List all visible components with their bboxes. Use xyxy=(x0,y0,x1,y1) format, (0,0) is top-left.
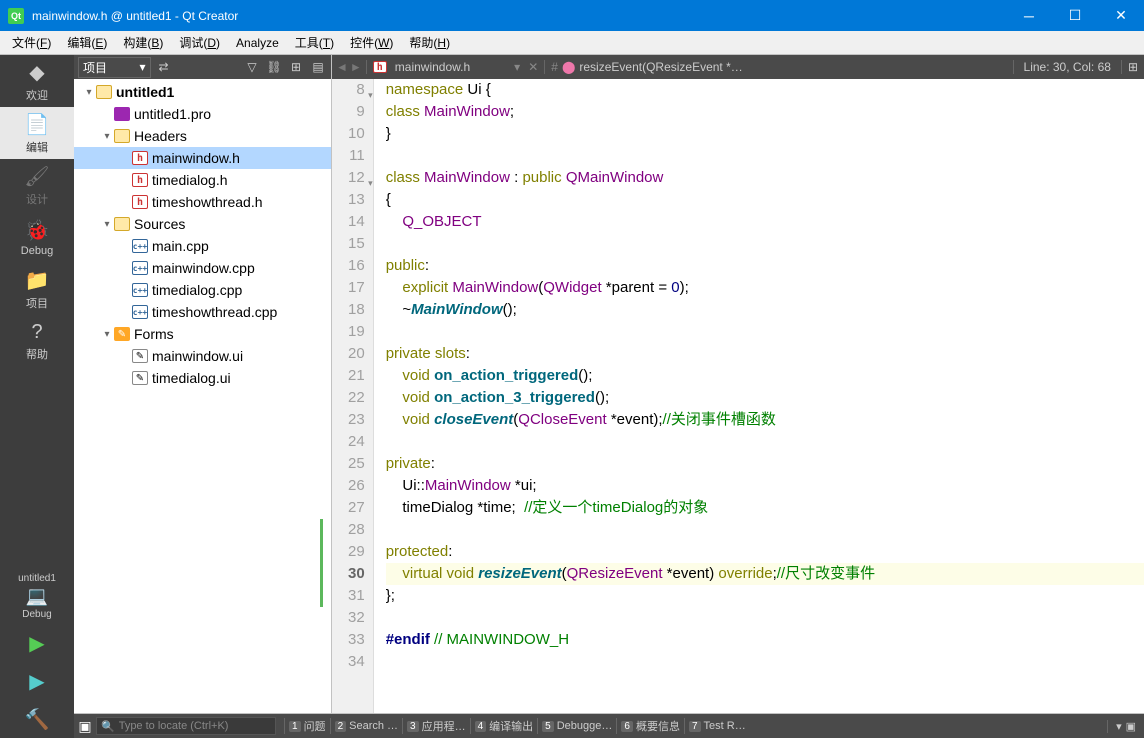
mode-projects[interactable]: 📁项目 xyxy=(0,263,74,315)
kit-selector[interactable]: untitled1 💻 Debug xyxy=(0,569,74,624)
pro-icon xyxy=(114,107,130,121)
minimize-button[interactable]: ─ xyxy=(1006,0,1052,31)
tree-item-mainwindow.h[interactable]: hmainwindow.h xyxy=(74,147,331,169)
mode-welcome[interactable]: ◆欢迎 xyxy=(0,55,74,107)
search-icon: 🔍 xyxy=(101,720,115,733)
nav-fwd-icon[interactable]: ► xyxy=(350,60,362,74)
h-icon: h xyxy=(132,195,148,209)
code-text[interactable]: namespace Ui {class MainWindow;} class M… xyxy=(374,79,1144,713)
code-editor[interactable]: 8▾9101112▾131415161718192021222324252627… xyxy=(332,79,1144,713)
ui-icon: ✎ xyxy=(132,371,148,385)
kit-name: untitled1 xyxy=(0,573,74,584)
current-filename: mainwindow.h xyxy=(395,60,470,74)
form-icon: ✎ xyxy=(114,327,130,341)
debug-run-button[interactable]: ▶ xyxy=(0,662,74,700)
add-icon[interactable]: ⊞ xyxy=(287,58,305,76)
tree-item-timedialog.ui[interactable]: ✎timedialog.ui xyxy=(74,367,331,389)
editor-pane: ◄ ► h mainwindow.h ▾ ✕ # ⬤ resizeEvent(Q… xyxy=(332,55,1144,713)
current-symbol: resizeEvent(QResizeEvent *… xyxy=(579,60,742,74)
open-file-selector[interactable]: h mainwindow.h ▾ ✕ xyxy=(366,60,544,74)
cpp-icon: c++ xyxy=(132,305,148,319)
locator-placeholder: Type to locate (Ctrl+K) xyxy=(119,720,229,732)
menu-工具T[interactable]: 工具(T) xyxy=(287,31,342,54)
output-pane-1[interactable]: 1问题 xyxy=(284,718,330,734)
panel-menu-icon[interactable]: ▾ xyxy=(1116,720,1122,733)
cursor-position[interactable]: Line: 30, Col: 68 xyxy=(1013,60,1121,74)
cpp-icon: c++ xyxy=(132,261,148,275)
tree-item-untitled1[interactable]: ▾untitled1 xyxy=(74,81,331,103)
output-pane-2[interactable]: 2Search … xyxy=(330,718,402,734)
build-button[interactable]: 🔨 xyxy=(0,700,74,738)
h-icon: h xyxy=(132,151,148,165)
symbol-selector[interactable]: # ⬤ resizeEvent(QResizeEvent *… xyxy=(544,60,1012,74)
tree-item-timedialog.cpp[interactable]: c++timedialog.cpp xyxy=(74,279,331,301)
panel-close-icon[interactable]: ▣ xyxy=(1126,720,1136,733)
locator-input[interactable]: 🔍 Type to locate (Ctrl+K) xyxy=(96,717,276,735)
menu-Analyze[interactable]: Analyze xyxy=(228,33,287,53)
menu-构建B[interactable]: 构建(B) xyxy=(115,31,171,54)
maximize-button[interactable]: ☐ xyxy=(1052,0,1098,31)
menu-bar: 文件(F)编辑(E)构建(B)调试(D)Analyze工具(T)控件(W)帮助(… xyxy=(0,31,1144,55)
split-icon[interactable]: ▤ xyxy=(309,58,327,76)
sidebar-title: 项目 xyxy=(83,59,107,76)
mode-help[interactable]: ?帮助 xyxy=(0,315,74,367)
kit-config: Debug xyxy=(0,609,74,620)
menu-文件F[interactable]: 文件(F) xyxy=(4,31,59,54)
window-title: mainwindow.h @ untitled1 - Qt Creator xyxy=(32,9,1006,23)
close-button[interactable]: ✕ xyxy=(1098,0,1144,31)
tree-item-timeshowthread.h[interactable]: htimeshowthread.h xyxy=(74,191,331,213)
title-bar: Qt mainwindow.h @ untitled1 - Qt Creator… xyxy=(0,0,1144,31)
sidebar-header: 项目▾ ⇄ ▽ ⛓ ⊞ ▤ xyxy=(74,55,331,79)
folder-icon xyxy=(114,129,130,143)
output-pane-4[interactable]: 4编译输出 xyxy=(470,718,538,734)
h-icon: h xyxy=(132,173,148,187)
app-icon: Qt xyxy=(8,8,24,24)
tree-item-timeshowthread.cpp[interactable]: c++timeshowthread.cpp xyxy=(74,301,331,323)
sync-icon[interactable]: ⇄ xyxy=(155,58,173,76)
menu-帮助H[interactable]: 帮助(H) xyxy=(401,31,458,54)
menu-编辑E[interactable]: 编辑(E) xyxy=(59,31,115,54)
tree-item-Sources[interactable]: ▾Sources xyxy=(74,213,331,235)
tree-item-main.cpp[interactable]: c++main.cpp xyxy=(74,235,331,257)
mode-design[interactable]: 🖌设计 xyxy=(0,159,74,211)
file-icon: h xyxy=(373,61,387,73)
cpp-icon: c++ xyxy=(132,283,148,297)
folder-icon xyxy=(114,217,130,231)
run-button[interactable]: ▶ xyxy=(0,624,74,662)
tree-item-mainwindow.ui[interactable]: ✎mainwindow.ui xyxy=(74,345,331,367)
cpp-icon: c++ xyxy=(132,239,148,253)
toggle-sidebar-button[interactable]: ▣ xyxy=(74,718,96,735)
tree-item-timedialog.h[interactable]: htimedialog.h xyxy=(74,169,331,191)
menu-控件W[interactable]: 控件(W) xyxy=(342,31,401,54)
output-pane-7[interactable]: 7Test R… xyxy=(684,718,750,734)
sidebar-view-selector[interactable]: 项目▾ xyxy=(78,57,151,78)
mode-edit[interactable]: 📄编辑 xyxy=(0,107,74,159)
tree-item-Forms[interactable]: ▾✎Forms xyxy=(74,323,331,345)
tree-item-mainwindow.cpp[interactable]: c++mainwindow.cpp xyxy=(74,257,331,279)
tree-item-untitled1.pro[interactable]: untitled1.pro xyxy=(74,103,331,125)
output-pane-6[interactable]: 6概要信息 xyxy=(616,718,684,734)
ui-icon: ✎ xyxy=(132,349,148,363)
project-sidebar: 项目▾ ⇄ ▽ ⛓ ⊞ ▤ ▾untitled1untitled1.pro▾He… xyxy=(74,55,332,713)
status-bar: ▣ 🔍 Type to locate (Ctrl+K) 1问题2Search …… xyxy=(74,714,1144,738)
split-editor-icon[interactable]: ⊞ xyxy=(1128,60,1138,74)
project-tree[interactable]: ▾untitled1untitled1.pro▾Headershmainwind… xyxy=(74,79,331,713)
filter-icon[interactable]: ▽ xyxy=(243,58,261,76)
line-gutter[interactable]: 8▾9101112▾131415161718192021222324252627… xyxy=(332,79,374,713)
menu-调试D[interactable]: 调试(D) xyxy=(171,31,228,54)
tree-item-Headers[interactable]: ▾Headers xyxy=(74,125,331,147)
mode-bar: ◆欢迎📄编辑🖌设计🐞Debug📁项目?帮助 untitled1 💻 Debug … xyxy=(0,55,74,738)
link-icon[interactable]: ⛓ xyxy=(265,58,283,76)
editor-header: ◄ ► h mainwindow.h ▾ ✕ # ⬤ resizeEvent(Q… xyxy=(332,55,1144,79)
output-pane-3[interactable]: 3应用程… xyxy=(402,718,470,734)
output-pane-5[interactable]: 5Debugge… xyxy=(537,718,616,734)
file-close-icon[interactable]: ✕ xyxy=(528,60,538,74)
folder-icon xyxy=(96,85,112,99)
mode-debug[interactable]: 🐞Debug xyxy=(0,211,74,263)
nav-back-icon[interactable]: ◄ xyxy=(336,60,348,74)
